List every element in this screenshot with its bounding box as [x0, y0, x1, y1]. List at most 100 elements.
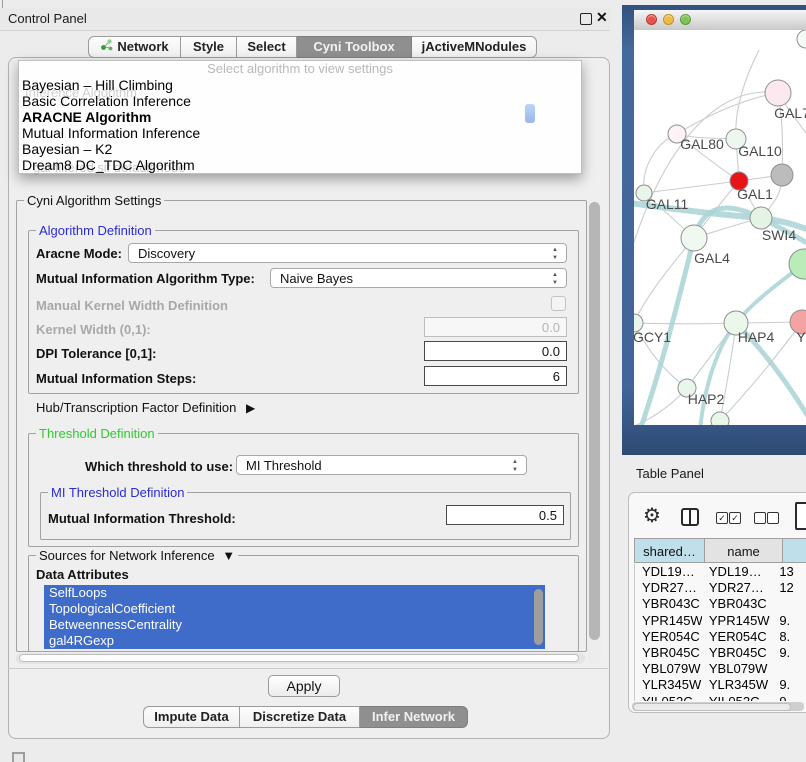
mi-threshold-field[interactable]: 0.5 — [446, 505, 564, 525]
dropdown-item[interactable]: Basic Correlation Inference — [19, 93, 581, 109]
select-all-icon-2[interactable]: ✓ — [729, 512, 741, 524]
tab-style[interactable]: Style — [181, 36, 237, 58]
mi-steps-label: Mutual Information Steps: — [36, 371, 196, 386]
network-node-label: GAL4 — [694, 250, 730, 266]
threshold-definition-title: Threshold Definition — [36, 426, 158, 441]
tab-cyni-toolbox[interactable]: Cyni Toolbox — [297, 36, 412, 58]
table-row[interactable]: YER054CYER054C8. — [635, 629, 806, 645]
table-cell: YBL079W — [635, 661, 702, 677]
apply-button[interactable]: Apply — [268, 675, 340, 697]
window-edge-notch — [2, 0, 3, 8]
table-cell: YBR045C — [702, 645, 775, 661]
zoom-traffic-light[interactable] — [680, 14, 691, 25]
network-node-label: HAP4 — [738, 329, 775, 345]
mi-type-select[interactable]: Naive Bayes ▲▼ — [270, 268, 567, 288]
combo-stepper-icon: ▲▼ — [511, 458, 519, 474]
table-row[interactable]: YLR345WYLR345W9. — [635, 677, 806, 693]
data-attribute-item[interactable]: SelfLoops — [44, 585, 545, 601]
network-node[interactable] — [711, 412, 729, 425]
data-attributes-label: Data Attributes — [36, 567, 129, 582]
bottom-tab-discretize-data[interactable]: Discretize Data — [240, 706, 360, 728]
mi-steps-field[interactable]: 6 — [424, 366, 567, 386]
network-node[interactable] — [771, 164, 793, 186]
manual-kernel-checkbox[interactable] — [551, 296, 566, 311]
table-row[interactable]: YDR27…YDR27…12 — [635, 580, 806, 596]
network-node[interactable] — [765, 80, 791, 106]
column-view-icon[interactable] — [681, 508, 699, 526]
tab-label: Cyni Toolbox — [313, 37, 394, 57]
table-cell: YDR27… — [702, 580, 775, 596]
new-table-icon[interactable] — [795, 502, 806, 530]
table-row[interactable]: YDL19…YDL19…13 — [635, 564, 806, 580]
float-window-icon[interactable] — [580, 13, 592, 25]
close-icon[interactable]: ✕ — [596, 9, 608, 26]
combo-stepper-icon: ▲▼ — [551, 246, 559, 262]
settings-hscrollbar-track[interactable] — [16, 653, 585, 664]
aracne-mode-value: Discovery — [138, 246, 195, 261]
network-node[interactable] — [750, 207, 772, 229]
table-hscrollbar-track[interactable] — [632, 702, 804, 711]
tab-label: jActiveMNodules — [422, 37, 527, 57]
data-attribute-item[interactable]: TopologicalCoefficient — [44, 601, 545, 617]
aracne-mode-select[interactable]: Discovery ▲▼ — [128, 243, 567, 263]
bottom-tabs: Impute DataDiscretize DataInfer Network — [143, 706, 468, 728]
column-header-cut[interactable] — [783, 538, 806, 563]
table-panel-title: Table Panel — [636, 466, 704, 481]
control-panel-titlebar — [0, 8, 610, 31]
table-row[interactable]: YIL052CYIL052C9 — [635, 694, 806, 702]
select-all-icon[interactable]: ✓ — [716, 512, 728, 524]
combo-stepper-icon: ▲▼ — [551, 271, 559, 287]
table-hscrollbar-thumb[interactable] — [633, 703, 791, 711]
network-canvas[interactable]: GAL7GAL80GAL10GAL1GAL11GAL4SWI4GCY1HAP4Y… — [634, 30, 806, 425]
settings-vscrollbar-thumb[interactable] — [589, 202, 600, 640]
dpi-tolerance-field[interactable]: 0.0 — [424, 341, 567, 361]
network-node-label: SWI4 — [762, 227, 796, 243]
control-panel-title: Control Panel — [8, 11, 87, 26]
bottom-tab-impute-data[interactable]: Impute Data — [143, 706, 240, 728]
kernel-width-field[interactable]: 0.0 — [424, 317, 567, 337]
mi-type-label: Mutual Information Algorithm Type: — [36, 271, 255, 286]
minimize-traffic-light[interactable] — [663, 14, 674, 25]
data-attribute-item[interactable]: BetweennessCentrality — [44, 617, 545, 633]
attributes-list-scrollbar[interactable] — [534, 589, 543, 645]
network-node[interactable] — [681, 225, 707, 251]
dropdown-item[interactable]: Bayesian – Hill Climbing — [19, 77, 581, 93]
bottom-tab-infer-network[interactable]: Infer Network — [360, 706, 468, 728]
docked-panel-icon[interactable] — [12, 752, 25, 762]
settings-hscrollbar-thumb[interactable] — [19, 654, 579, 662]
table-row[interactable]: YBL079WYBL079W — [635, 661, 806, 677]
algorithm-definition-title: Algorithm Definition — [36, 223, 155, 238]
tab-select[interactable]: Select — [237, 36, 297, 58]
deselect-all-icon-2[interactable] — [767, 512, 779, 524]
table-cell: YBR043C — [702, 596, 775, 612]
table-row[interactable]: YPR145WYPR145W9. — [635, 613, 806, 629]
network-node-label: GAL80 — [680, 136, 724, 152]
table-row[interactable]: YBR045CYBR045C9. — [635, 645, 806, 661]
tab-label: Style — [193, 37, 224, 57]
tab-network[interactable]: Network — [88, 36, 181, 58]
dropdown-item[interactable]: Mutual Information Inference — [19, 125, 581, 141]
tab-jactivemnodules[interactable]: jActiveMNodules — [412, 36, 537, 58]
table-cell: 12 — [775, 580, 806, 596]
close-traffic-light[interactable] — [646, 14, 657, 25]
deselect-all-icon[interactable] — [754, 512, 766, 524]
which-threshold-select[interactable]: MI Threshold ▲▼ — [236, 455, 527, 475]
table-header: shared…name — [634, 538, 806, 564]
gear-icon[interactable]: ⚙ — [643, 503, 661, 528]
network-window-titlebar[interactable] — [634, 10, 806, 31]
table-cell: 13 — [775, 564, 806, 580]
data-attribute-item[interactable]: gal4RGexp — [44, 633, 545, 649]
which-threshold-value: MI Threshold — [246, 458, 322, 473]
mi-threshold-label: Mutual Information Threshold: — [48, 511, 236, 526]
table-row[interactable]: YBR043CYBR043C — [635, 596, 806, 612]
sources-title-text: Sources for Network Inference — [39, 548, 215, 563]
network-node[interactable] — [797, 30, 806, 48]
dropdown-item[interactable]: Bayesian – K2 — [19, 141, 581, 157]
expanded-arrow-icon[interactable]: ▼ — [222, 548, 235, 563]
dropdown-item[interactable]: ARACNE Algorithm — [19, 109, 581, 125]
column-header-shared…[interactable]: shared… — [634, 538, 705, 563]
column-header-name[interactable]: name — [705, 538, 783, 563]
hub-definition-toggle[interactable]: Hub/Transcription Factor Definition ▶ — [36, 400, 255, 415]
dropdown-item[interactable]: Dream8 DC_TDC Algorithm — [19, 157, 581, 173]
settings-vscrollbar-track[interactable] — [588, 200, 601, 664]
